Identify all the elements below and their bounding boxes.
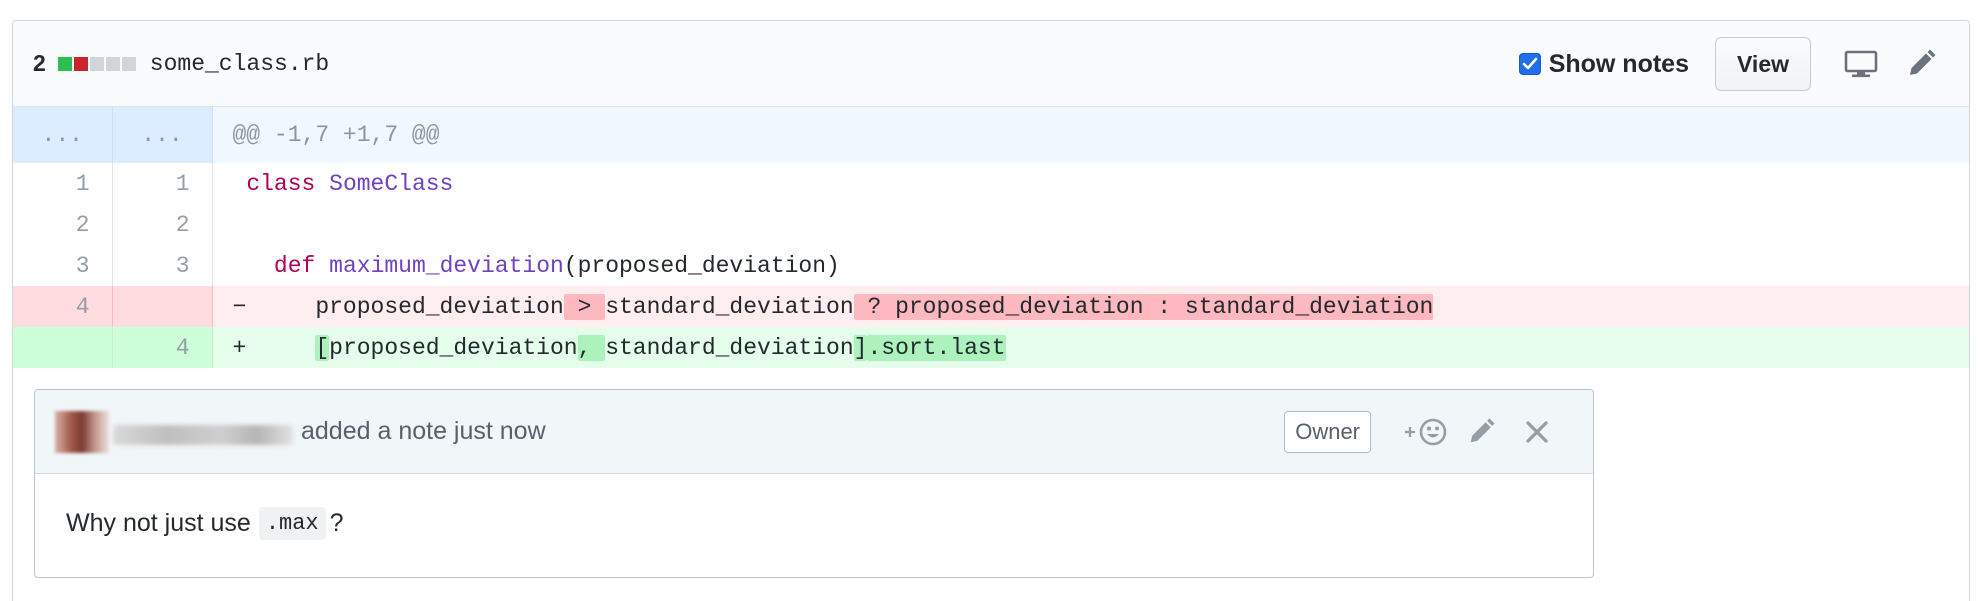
file-actions: Show notes View (1518, 21, 1951, 107)
line-number-new[interactable] (112, 286, 213, 327)
note-container: added a note just now Owner Why not just… (13, 368, 1969, 601)
code-token: proposed_deviation (315, 293, 564, 320)
diffstat-block (73, 56, 88, 71)
pencil-icon (1910, 49, 1936, 75)
view-button[interactable]: View (1715, 37, 1811, 91)
desktop-icon (1844, 50, 1878, 78)
hunk-header: @@ -1,7 +1,7 @@ (212, 107, 1969, 163)
note-timestamp: added a note just now (301, 417, 546, 445)
code-line: − proposed_deviation > standard_deviatio… (212, 286, 1969, 327)
edit-note-button[interactable] (1455, 407, 1507, 457)
class-name: SomeClass (329, 170, 454, 197)
edit-file-button[interactable] (1891, 37, 1951, 91)
line-number-new[interactable]: 4 (112, 327, 213, 368)
line-number-old[interactable] (13, 327, 113, 368)
keyword: class (246, 170, 316, 197)
show-notes-checkbox[interactable] (1518, 53, 1541, 75)
show-notes-label: Show notes (1548, 49, 1689, 78)
delete-note-button[interactable] (1511, 407, 1563, 457)
note-actions: Owner (1284, 390, 1563, 474)
hunk-header-row: ... ... @@ -1,7 +1,7 @@ (13, 107, 1969, 163)
diffstat-block (105, 56, 120, 71)
changed-token: ] (853, 334, 868, 361)
code-token: standard_deviation (605, 293, 854, 320)
context-line: 3 3 def maximum_deviation(proposed_devia… (13, 245, 1969, 286)
diff-file: 2 some_class.rb Show notes View ... ... … (12, 20, 1970, 601)
line-number-new[interactable]: 2 (112, 204, 213, 245)
code-line: + [proposed_deviation, standard_deviatio… (212, 327, 1969, 368)
code-token: proposed_deviation (329, 334, 578, 361)
file-name[interactable]: some_class.rb (150, 51, 329, 77)
code-token: standard_deviation (605, 334, 854, 361)
note-text: Why not just use (66, 509, 251, 537)
author-name[interactable] (113, 424, 293, 445)
added-line: 4 + [proposed_deviation, standard_deviat… (13, 327, 1969, 368)
code-line: def maximum_deviation(proposed_deviation… (212, 245, 1969, 286)
method-name: maximum_deviation (329, 252, 564, 279)
diffstat-block (121, 56, 136, 71)
review-note: added a note just now Owner Why not just… (34, 389, 1594, 578)
check-icon (1522, 57, 1538, 70)
diffstat-count: 2 (33, 50, 46, 76)
diff-sign: + (232, 334, 247, 361)
changed-token: , (577, 334, 606, 361)
context-line: 2 2 (13, 204, 1969, 245)
changed-token: ? proposed_deviation : standard_deviatio… (853, 293, 1434, 320)
hunk-expand-right[interactable]: ... (112, 107, 213, 163)
file-header: 2 some_class.rb Show notes View (13, 21, 1969, 107)
line-number-new[interactable]: 3 (112, 245, 213, 286)
inline-code: .max (258, 507, 326, 540)
code-line: class SomeClass (212, 163, 1969, 204)
pencil-icon (1470, 418, 1495, 443)
diff-sign: − (232, 293, 247, 320)
owner-badge: Owner (1284, 411, 1371, 453)
diffstat-block (57, 56, 72, 71)
line-number-old[interactable]: 3 (13, 245, 113, 286)
changed-token: [ (315, 334, 330, 361)
note-header: added a note just now Owner (35, 390, 1593, 474)
add-reaction-button[interactable] (1399, 407, 1451, 457)
deleted-line: 4 − proposed_deviation > standard_deviat… (13, 286, 1969, 327)
note-body: Why not just use .max ? (35, 474, 1593, 573)
diffstat-bar (57, 56, 136, 71)
line-number-old[interactable]: 1 (13, 163, 113, 204)
context-line: 1 1 class SomeClass (13, 163, 1969, 204)
line-number-old[interactable]: 4 (13, 286, 113, 327)
keyword: def (273, 252, 316, 279)
display-rich-diff-button[interactable] (1831, 37, 1891, 91)
method-args: (proposed_deviation) (563, 252, 840, 279)
changed-token: > (563, 293, 606, 320)
hunk-expand-left[interactable]: ... (13, 107, 113, 163)
show-notes-toggle[interactable]: Show notes (1518, 49, 1689, 79)
note-text-suffix: ? (329, 509, 344, 537)
add-reaction-icon (1405, 418, 1447, 446)
close-icon (1526, 421, 1548, 443)
diff-table: ... ... @@ -1,7 +1,7 @@ 1 1 class SomeCl… (13, 107, 1969, 368)
diffstat-block (89, 56, 104, 71)
line-number-new[interactable]: 1 (112, 163, 213, 204)
code-line (212, 204, 1969, 245)
avatar[interactable] (55, 410, 109, 453)
changed-token: .sort.last (867, 334, 1006, 361)
line-number-old[interactable]: 2 (13, 204, 113, 245)
